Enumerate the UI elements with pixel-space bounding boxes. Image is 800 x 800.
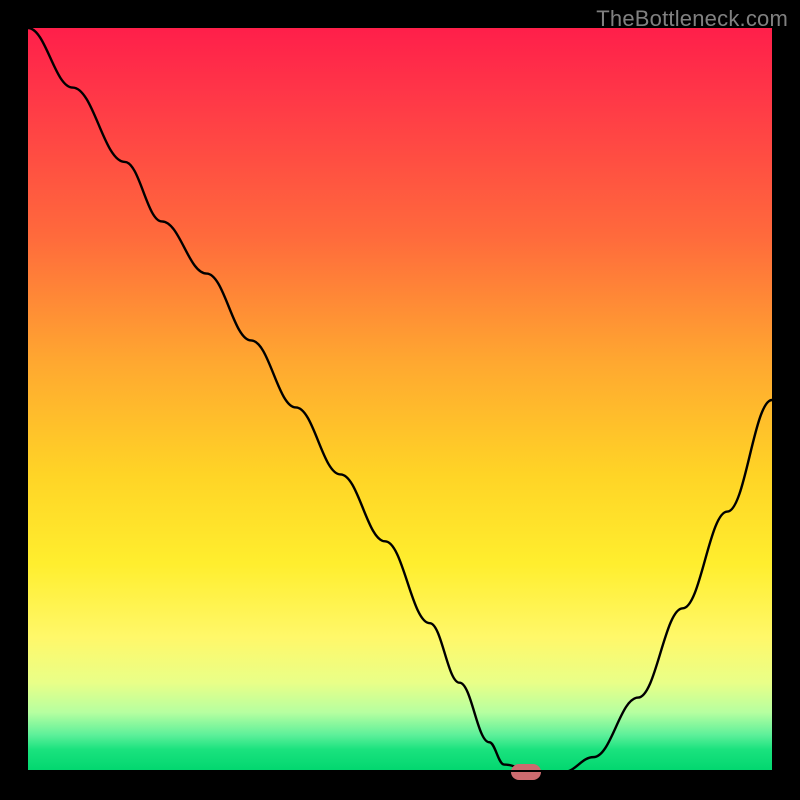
plot-area: [28, 28, 772, 772]
watermark-label: TheBottleneck.com: [596, 6, 788, 32]
optimal-point-marker: [511, 764, 541, 780]
x-axis-baseline: [28, 770, 772, 773]
chart-frame: TheBottleneck.com: [0, 0, 800, 800]
bottleneck-curve: [28, 28, 772, 772]
curve-path: [28, 28, 772, 772]
